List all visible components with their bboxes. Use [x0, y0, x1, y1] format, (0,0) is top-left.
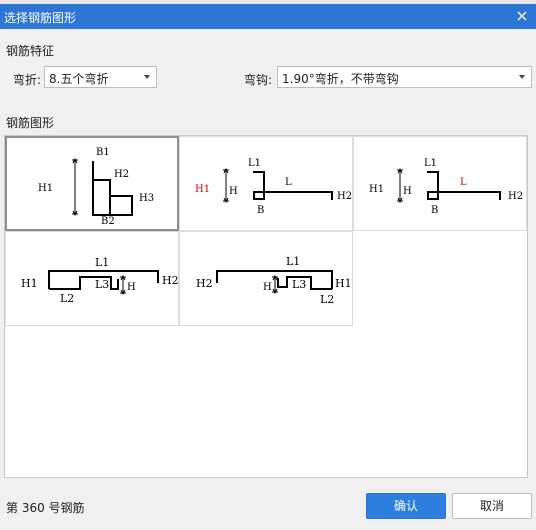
shape-2-label-l: L — [285, 177, 292, 188]
bend-select-value: 8.五个弯折 — [49, 72, 109, 86]
shape-3-label-l1: L1 — [424, 158, 437, 169]
hook-select[interactable]: 1.90°弯折，不带弯钩 — [277, 66, 532, 88]
bend-select[interactable]: 8.五个弯折 — [44, 66, 157, 88]
shape-4-label-h1: H1 — [21, 277, 38, 290]
hook-label: 弯钩: — [244, 73, 273, 87]
shape-option-2[interactable]: L1 L H1 H H2 B — [179, 136, 353, 231]
cancel-button[interactable]: 取消 — [452, 493, 532, 519]
title-bar: 选择钢筋图形 — [0, 4, 536, 29]
shape-4-label-l2: L2 — [60, 292, 74, 305]
shape-3-label-h: H — [403, 186, 412, 197]
shape-1-label-b1: B1 — [96, 147, 110, 158]
shape-2-label-l1: L1 — [248, 158, 261, 169]
shape-1-label-b2: B2 — [101, 216, 115, 227]
hook-select-value: 1.90°弯折，不带弯钩 — [282, 72, 399, 86]
shape-2-label-h1: H1 — [195, 184, 210, 195]
chevron-down-icon — [144, 75, 150, 79]
shape-1-label-h1: H1 — [38, 183, 53, 194]
shape-option-1[interactable]: B1 H2 H1 H3 B2 — [5, 136, 179, 231]
shapes-section-label: 钢筋图形 — [6, 116, 55, 130]
status-text: 第 360 号钢筋 — [6, 501, 85, 515]
chevron-down-icon — [519, 75, 525, 79]
shape-3-label-h2: H2 — [508, 191, 523, 202]
shape-5-label-l3: L3 — [292, 278, 306, 291]
shape-option-5[interactable]: L1 H2 H L3 H1 L2 — [179, 231, 353, 326]
shape-1-label-h2: H2 — [114, 169, 129, 180]
shape-4-label-l1: L1 — [95, 256, 109, 269]
shape-3-label-b: B — [431, 205, 438, 216]
bend-label: 弯折: — [13, 73, 42, 87]
shape-5-label-h2: H2 — [196, 277, 213, 290]
shape-4-label-l3: L3 — [95, 278, 109, 291]
features-section-label: 钢筋特征 — [6, 44, 55, 58]
shape-3-label-h1: H1 — [369, 184, 384, 195]
shape-5-label-l2: L2 — [320, 293, 334, 306]
shape-3-label-l: L — [460, 177, 467, 188]
shape-4-label-h2: H2 — [162, 274, 179, 287]
shape-option-4[interactable]: L1 H1 L3 H H2 L2 — [5, 231, 179, 326]
shape-5-label-h1: H1 — [335, 277, 352, 290]
shape-option-3[interactable]: L1 L H1 H H2 B — [353, 136, 527, 231]
ok-button[interactable]: 确认 — [366, 493, 446, 519]
shape-5-label-h: H — [263, 282, 272, 293]
shape-gallery: B1 H2 H1 H3 B2 L1 L H1 H H2 B L1 L H1 H … — [4, 135, 528, 478]
shape-2-label-h: H — [229, 186, 238, 197]
shape-2-label-b: B — [257, 205, 264, 216]
shape-4-label-h: H — [127, 282, 136, 293]
shape-2-label-h2: H2 — [337, 191, 352, 202]
close-icon[interactable] — [514, 7, 530, 25]
shape-1-label-h3: H3 — [139, 193, 154, 204]
dialog-title: 选择钢筋图形 — [4, 11, 77, 25]
shape-5-label-l1: L1 — [286, 255, 300, 268]
